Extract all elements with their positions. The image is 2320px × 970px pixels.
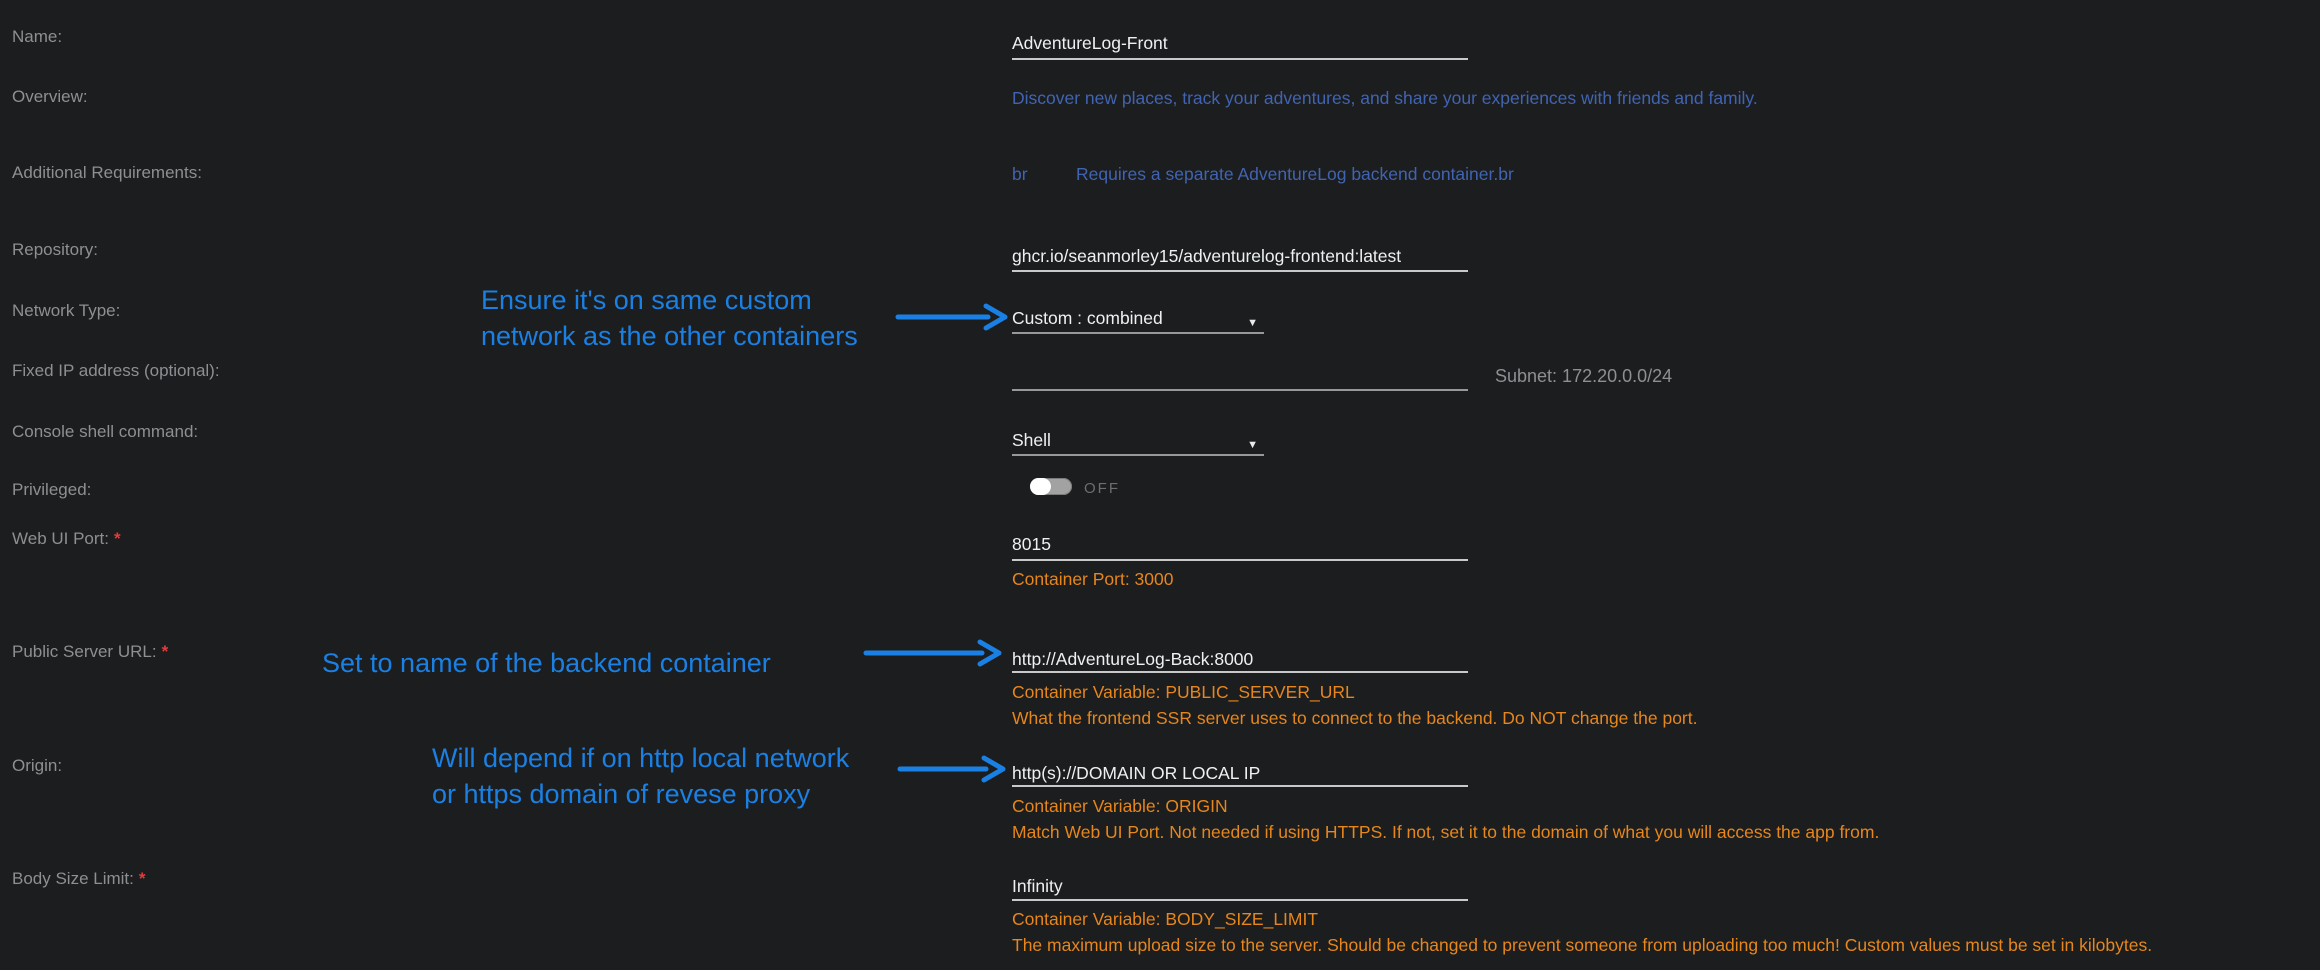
name-input[interactable]: AdventureLog-Front xyxy=(1012,32,1468,60)
overview-text: Discover new places, track your adventur… xyxy=(1012,87,1758,109)
privileged-state: OFF xyxy=(1084,480,1120,497)
privileged-toggle[interactable] xyxy=(1030,478,1072,495)
annotation-origin: Will depend if on http local network or … xyxy=(432,740,849,812)
origin-hint-variable: Container Variable: ORIGIN xyxy=(1012,795,1228,817)
fixed-ip-label: Fixed IP address (optional): xyxy=(12,360,220,382)
web-ui-port-value: 8015 xyxy=(1012,534,1051,554)
body-size-limit-input[interactable]: Infinity xyxy=(1012,875,1468,901)
required-asterisk: * xyxy=(162,642,169,661)
origin-label: Origin: xyxy=(12,755,62,777)
annotation-line: Set to name of the backend container xyxy=(322,648,771,678)
annotation-arrow-icon xyxy=(896,754,1008,784)
body-size-limit-value: Infinity xyxy=(1012,876,1063,896)
name-label: Name: xyxy=(12,26,62,48)
origin-value: http(s)://DOMAIN OR LOCAL IP xyxy=(1012,763,1260,783)
public-server-url-hint-desc: What the frontend SSR server uses to con… xyxy=(1012,707,1697,729)
web-ui-port-hint: Container Port: 3000 xyxy=(1012,568,1174,590)
additional-requirements-text: brRequires a separate AdventureLog backe… xyxy=(1012,163,1514,185)
public-server-url-value: http://AdventureLog-Back:8000 xyxy=(1012,649,1253,669)
annotation-line: network as the other containers xyxy=(481,318,858,354)
toggle-knob xyxy=(1030,478,1051,495)
network-type-select[interactable]: Custom : combined ▼ xyxy=(1012,307,1264,334)
annotation-arrow-icon xyxy=(862,638,1004,668)
fixed-ip-input[interactable] xyxy=(1012,363,1468,391)
network-type-label: Network Type: xyxy=(12,300,120,322)
body-size-limit-hint-desc: The maximum upload size to the server. S… xyxy=(1012,934,2152,956)
overview-label: Overview: xyxy=(12,86,88,108)
public-server-url-input[interactable]: http://AdventureLog-Back:8000 xyxy=(1012,648,1468,673)
body-size-limit-label: Body Size Limit:* xyxy=(12,868,146,890)
annotation-line: Ensure it's on same custom xyxy=(481,282,858,318)
origin-hint-desc: Match Web UI Port. Not needed if using H… xyxy=(1012,821,1879,843)
web-ui-port-input[interactable]: 8015 xyxy=(1012,533,1468,561)
network-type-value: Custom : combined xyxy=(1012,308,1163,328)
console-shell-label: Console shell command: xyxy=(12,421,198,443)
required-asterisk: * xyxy=(139,869,146,888)
additional-requirements-prefix: br xyxy=(1012,163,1076,185)
public-server-url-label: Public Server URL:* xyxy=(12,641,168,663)
public-server-url-hint-variable: Container Variable: PUBLIC_SERVER_URL xyxy=(1012,681,1355,703)
repository-label: Repository: xyxy=(12,239,98,261)
additional-requirements-label: Additional Requirements: xyxy=(12,162,202,184)
additional-requirements-value: Requires a separate AdventureLog backend… xyxy=(1076,164,1514,184)
chevron-down-icon: ▼ xyxy=(1247,434,1258,456)
required-asterisk: * xyxy=(114,529,121,548)
annotation-line: Will depend if on http local network xyxy=(432,740,849,776)
console-shell-value: Shell xyxy=(1012,430,1051,450)
name-value: AdventureLog-Front xyxy=(1012,33,1168,53)
annotation-arrow-icon xyxy=(894,302,1010,332)
repository-input[interactable]: ghcr.io/seanmorley15/adventurelog-fronte… xyxy=(1012,245,1468,272)
annotation-public-server-url: Set to name of the backend container xyxy=(322,648,771,678)
annotation-network-type: Ensure it's on same custom network as th… xyxy=(481,282,858,354)
body-size-limit-hint-variable: Container Variable: BODY_SIZE_LIMIT xyxy=(1012,908,1318,930)
origin-input[interactable]: http(s)://DOMAIN OR LOCAL IP xyxy=(1012,762,1468,787)
chevron-down-icon: ▼ xyxy=(1247,312,1258,334)
annotation-line: or https domain of revese proxy xyxy=(432,776,849,812)
container-edit-form: Name: AdventureLog-Front Overview: Disco… xyxy=(0,0,2320,970)
privileged-label: Privileged: xyxy=(12,479,91,501)
subnet-note: Subnet: 172.20.0.0/24 xyxy=(1495,366,1672,387)
repository-value: ghcr.io/seanmorley15/adventurelog-fronte… xyxy=(1012,246,1401,266)
console-shell-select[interactable]: Shell ▼ xyxy=(1012,429,1264,456)
web-ui-port-label: Web UI Port:* xyxy=(12,528,121,550)
